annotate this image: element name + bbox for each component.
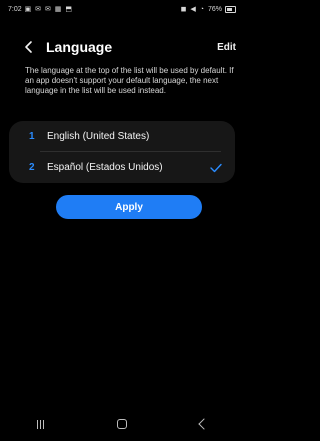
back-button[interactable] [20,38,38,56]
language-list: 1 English (United States) 2 Español (Est… [9,121,235,183]
language-number: 2 [29,162,35,173]
chevron-left-icon [25,41,32,53]
battery-text: 76% [207,5,222,13]
status-right: ◼ ◀ ◔ 76% [181,5,236,13]
back-icon[interactable] [197,418,210,430]
language-item-english[interactable]: 1 English (United States) [9,121,235,152]
language-description: The language at the top of the list will… [25,66,234,95]
language-label: English (United States) [47,131,150,142]
language-number: 1 [29,131,35,142]
navigation-bar [0,407,244,441]
language-label: Español (Estados Unidos) [47,162,163,173]
home-icon[interactable] [116,419,127,429]
recents-icon[interactable] [36,419,44,429]
edit-button[interactable]: Edit [217,42,236,53]
check-icon [210,163,222,173]
status-bar: 7:02 ▣ ✉ ✉ ▦ ⬒ ◼ ◀ ◔ 76% [0,0,244,18]
page-title: Language [46,39,113,55]
status-time: 7:02 [8,5,22,13]
battery-icon [225,5,236,13]
signal-icons: ◼ ◀ ◔ [180,6,205,13]
status-left: 7:02 ▣ ✉ ✉ ▦ ⬒ [8,5,73,14]
notification-icons: ▣ ✉ ✉ ▦ ⬒ [24,6,73,13]
language-item-spanish[interactable]: 2 Español (Estados Unidos) [9,152,235,183]
apply-button[interactable]: Apply [56,195,202,219]
header: Language Edit [0,34,244,60]
